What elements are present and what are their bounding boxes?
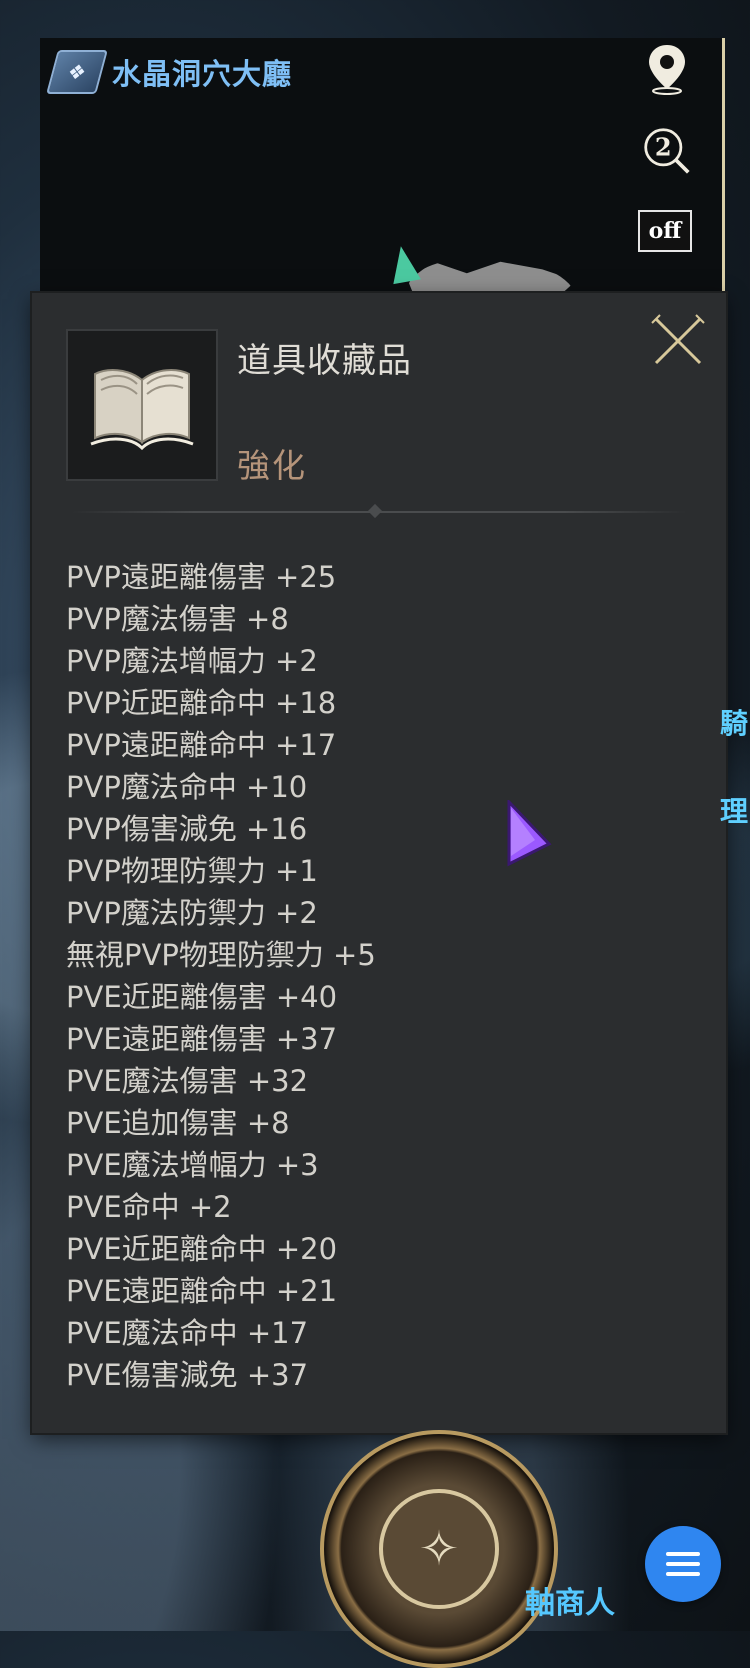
stat-item: PVE追加傷害 +8 (66, 1106, 290, 1140)
stat-item: PVE魔法傷害 +32 (66, 1064, 309, 1098)
stat-item: 無視PVP物理防禦力 +5 (66, 938, 376, 972)
stat-item: PVP魔法傷害 +8 (66, 602, 289, 636)
stat-item: PVE遠距離命中 +21 (66, 1274, 338, 1308)
auto-toggle-button[interactable]: off (638, 210, 692, 252)
panel-divider (72, 511, 686, 513)
stat-list: PVP遠距離傷害 +25 PVP魔法傷害 +8 PVP魔法增幅力 +2 PVP近… (66, 556, 376, 1396)
stat-item: PVP近距離命中 +18 (66, 686, 337, 720)
close-icon[interactable] (650, 313, 706, 369)
stat-item: PVE傷害減免 +37 (66, 1358, 309, 1392)
item-collection-panel: 道具收藏品 強化 PVP遠距離傷害 +25 PVP魔法傷害 +8 PVP魔法增幅… (32, 293, 726, 1433)
stat-item: PVP物理防禦力 +1 (66, 854, 318, 888)
stat-item: PVE近距離傷害 +40 (66, 980, 338, 1014)
cursor-pointer-icon (507, 800, 552, 867)
stat-item: PVE命中 +2 (66, 1190, 232, 1224)
stat-item: PVP魔法命中 +10 (66, 770, 308, 804)
book-icon (66, 329, 218, 481)
stat-item: PVP傷害減免 +16 (66, 812, 308, 846)
compass-button[interactable]: ✧ (320, 1430, 558, 1668)
stat-item: PVE魔法命中 +17 (66, 1316, 309, 1350)
stat-item: PVE遠距離傷害 +37 (66, 1022, 338, 1056)
help-zoom-icon[interactable]: 2 (642, 126, 692, 176)
stat-item: PVE近距離命中 +20 (66, 1232, 338, 1266)
teleport-feather-icon: ❖ (46, 50, 108, 94)
player-position-marker (387, 243, 421, 285)
location-pin-icon[interactable] (642, 44, 692, 95)
npc-label-right[interactable]: 理 (720, 790, 748, 830)
location-name: 水晶洞穴大廳 (112, 57, 293, 91)
stat-item: PVP魔法增幅力 +2 (66, 644, 318, 678)
panel-title: 道具收藏品 (237, 341, 412, 381)
npc-label-right[interactable]: 騎 (720, 702, 748, 742)
compass-icon: ✧ (379, 1489, 499, 1609)
hamburger-menu-icon[interactable] (645, 1526, 721, 1602)
stat-item: PVE魔法增幅力 +3 (66, 1148, 319, 1182)
stat-item: PVP遠距離傷害 +25 (66, 560, 337, 594)
location-header: ❖ 水晶洞穴大廳 (46, 50, 293, 94)
merchant-npc-label[interactable]: 軸商人 (525, 1578, 615, 1622)
svg-text:2: 2 (655, 133, 672, 162)
stat-item: PVP遠距離命中 +17 (66, 728, 337, 762)
stat-item: PVP魔法防禦力 +2 (66, 896, 318, 930)
panel-subtitle: 強化 (237, 446, 307, 485)
